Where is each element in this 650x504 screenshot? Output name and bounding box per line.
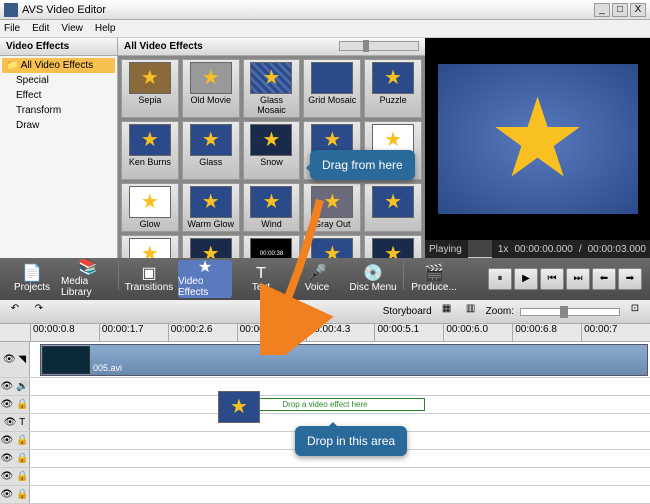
effect-glass-mosaic[interactable]: ★Glass Mosaic — [243, 59, 301, 118]
sidebar-item-4[interactable]: Draw — [0, 118, 117, 133]
menu-view[interactable]: View — [61, 23, 83, 34]
effects-header: All Video Effects — [124, 41, 203, 52]
star-icon: ★ — [488, 84, 587, 194]
playback-status: Playing — [429, 244, 462, 255]
toolbar-video-effects[interactable]: ★Video Effects — [178, 260, 232, 298]
effect-ken-burns[interactable]: ★Ken Burns — [121, 121, 179, 180]
effect-grid-mosaic[interactable]: Grid Mosaic — [303, 59, 361, 118]
track-5-header[interactable]: 👁 🔒 — [0, 432, 30, 449]
zoom-fit-button[interactable]: ⊡ — [626, 303, 644, 321]
app-icon — [4, 3, 18, 17]
effect-glass[interactable]: ★Glass — [182, 121, 240, 180]
effects-panel: All Video Effects ★Sepia★Old Movie★Glass… — [118, 38, 425, 258]
effect-newsprint[interactable]: ★Newsprint — [121, 235, 179, 258]
menu-edit[interactable]: Edit — [32, 23, 49, 34]
callout-drop: Drop in this area — [295, 426, 407, 456]
callout-drag: Drag from here — [310, 150, 415, 180]
view-toggle-2[interactable]: ▥ — [462, 303, 480, 321]
video-track[interactable]: 005.avi — [30, 342, 650, 377]
menu-help[interactable]: Help — [95, 23, 116, 34]
effect-warm-glow[interactable]: ★Warm Glow — [182, 183, 240, 232]
audio-track[interactable] — [30, 378, 650, 395]
effect-snow[interactable]: ★Snow — [243, 121, 301, 180]
playback-speed: 1x — [498, 244, 509, 255]
playback-btn-3[interactable]: ⏭ — [566, 268, 590, 290]
titlebar: AVS Video Editor _ □ X — [0, 0, 650, 20]
close-button[interactable]: X — [630, 3, 646, 17]
video-clip[interactable]: 005.avi — [40, 344, 648, 376]
preview-panel: ★ Playing 1x 00:00:00.000 / 00:00:03.000 — [425, 38, 650, 258]
menubar: File Edit View Help — [0, 20, 650, 38]
timeline-ruler[interactable]: 00:00:0.800:00:1.700:00:2.600:00:3.400:0… — [0, 324, 650, 342]
effect-puzzle[interactable]: ★Puzzle — [364, 59, 422, 118]
minimize-button[interactable]: _ — [594, 3, 610, 17]
effect-wind[interactable]: ★Wind — [243, 183, 301, 232]
app-title: AVS Video Editor — [22, 4, 594, 16]
effect-gray-out[interactable]: ★Gray Out — [303, 183, 361, 232]
zoom-slider[interactable] — [520, 308, 620, 316]
toolbar-voice[interactable]: 🎤Voice — [290, 260, 344, 298]
sidebar: Video Effects All Video EffectsSpecialEf… — [0, 38, 118, 258]
timeline-toolbar: ↶ ↷ Storyboard ▦ ▥ Zoom: ⊡ — [0, 300, 650, 324]
track-6-header[interactable]: 👁 🔒 — [0, 450, 30, 467]
effect-glow[interactable]: ★Glow — [121, 183, 179, 232]
playback-btn-0[interactable]: ⏸ — [488, 268, 512, 290]
track-8-header[interactable]: 👁 🔒 — [0, 486, 30, 503]
preview-viewport: ★ — [425, 38, 650, 240]
view-toggle-1[interactable]: ▦ — [438, 303, 456, 321]
effect-wide-angle[interactable]: ★Wide Angle — [303, 235, 361, 258]
video-track-header[interactable]: 👁 ◥ — [0, 342, 30, 377]
toolbar-disc-menu[interactable]: 💿Disc Menu — [346, 260, 400, 298]
redo-button[interactable]: ↷ — [30, 303, 48, 321]
toolbar-produce-[interactable]: 🎬Produce... — [407, 260, 461, 298]
sidebar-item-0[interactable]: All Video Effects — [2, 58, 115, 73]
effect-timer[interactable]: 00:00:38Timer — [243, 235, 301, 258]
effect-track[interactable]: Drop a video effect here — [30, 396, 650, 413]
effect-sepia[interactable]: ★Sepia — [121, 59, 179, 118]
playback-btn-1[interactable]: ▶ — [514, 268, 538, 290]
effect-particles[interactable]: ★Particles — [364, 235, 422, 258]
track-7-header[interactable]: 👁 🔒 — [0, 468, 30, 485]
effect-item-14[interactable]: ★ — [364, 183, 422, 232]
menu-file[interactable]: File — [4, 23, 20, 34]
effect-film[interactable]: ★Film — [182, 235, 240, 258]
sidebar-item-2[interactable]: Effect — [0, 88, 117, 103]
storyboard-label[interactable]: Storyboard — [383, 306, 432, 317]
sidebar-item-1[interactable]: Special — [0, 73, 117, 88]
playback-btn-4[interactable]: ⬅ — [592, 268, 616, 290]
playback-current: 00:00:00.000 — [514, 244, 572, 255]
sidebar-item-3[interactable]: Transform — [0, 103, 117, 118]
dragged-effect: ★ — [218, 391, 260, 423]
playback-seek[interactable] — [468, 240, 492, 258]
playback-btn-2[interactable]: ⏮ — [540, 268, 564, 290]
undo-button[interactable]: ↶ — [6, 303, 24, 321]
playback-btn-5[interactable]: ➡ — [618, 268, 642, 290]
main-toolbar: 📄Projects📚Media Library▣Transitions★Vide… — [0, 258, 650, 300]
toolbar-media-library[interactable]: 📚Media Library — [61, 260, 115, 298]
zoom-label: Zoom: — [486, 306, 514, 317]
sidebar-header: Video Effects — [0, 38, 117, 56]
effect-old-movie[interactable]: ★Old Movie — [182, 59, 240, 118]
thumbnail-size-slider[interactable] — [339, 41, 419, 51]
effect-track-header[interactable]: 👁 🔒 — [0, 396, 30, 413]
toolbar-projects[interactable]: 📄Projects — [5, 260, 59, 298]
text-track-header[interactable]: 👁 T — [0, 414, 30, 431]
clip-name: 005.avi — [91, 361, 124, 375]
audio-track-header[interactable]: 👁 🔊 — [0, 378, 30, 395]
toolbar-text[interactable]: TText — [234, 260, 288, 298]
maximize-button[interactable]: □ — [612, 3, 628, 17]
clip-thumbnail — [42, 346, 90, 374]
toolbar-transitions[interactable]: ▣Transitions — [122, 260, 176, 298]
playback-duration: 00:00:03.000 — [588, 244, 646, 255]
